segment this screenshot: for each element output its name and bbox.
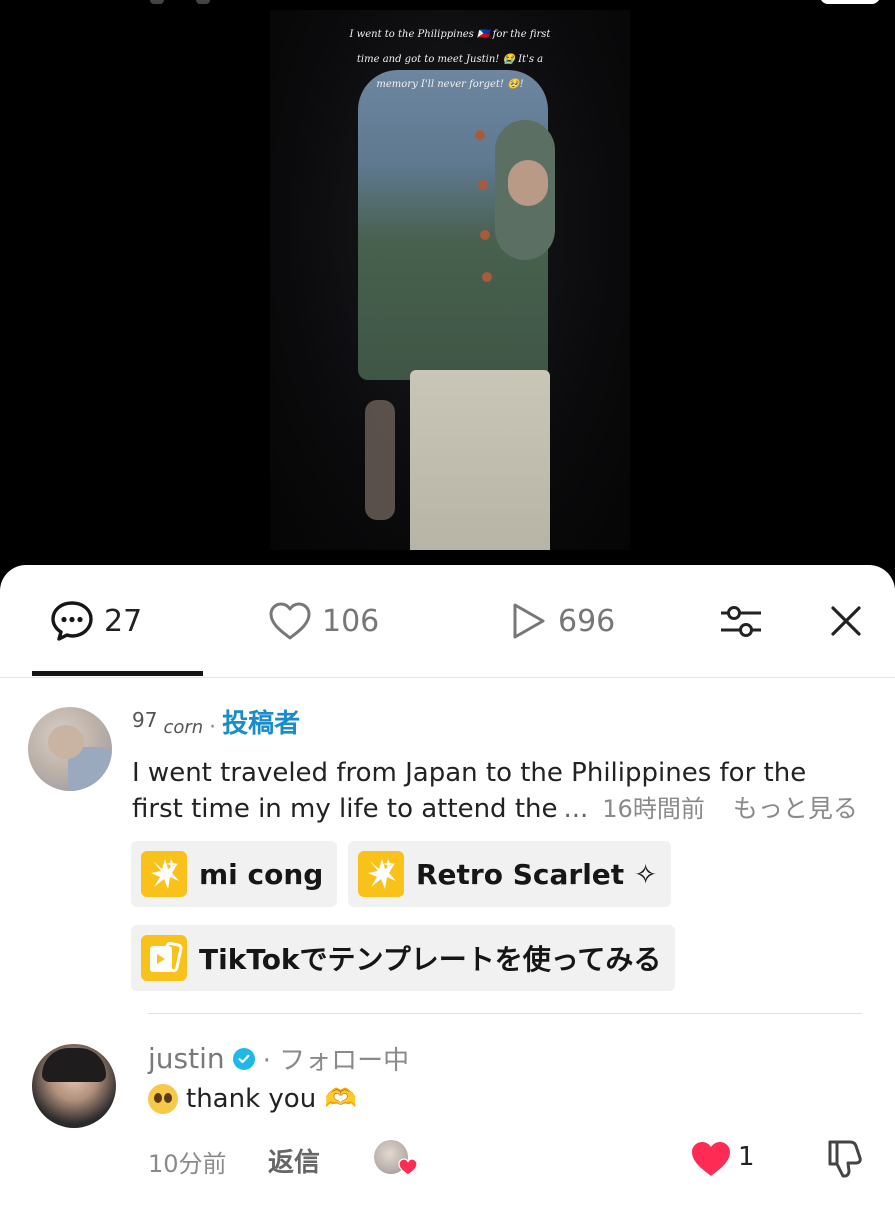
creator-liked-heart-icon [398, 1158, 418, 1180]
avatar-face [48, 725, 84, 759]
sparkle-icon [358, 851, 404, 897]
sweater-button [478, 180, 488, 190]
tab-likes[interactable]: 106 [268, 601, 379, 641]
comment-line: I went traveled from Japan to the Philip… [132, 758, 807, 788]
comment-bubble-icon [50, 600, 94, 642]
separator: · [209, 715, 217, 740]
play-outline-icon [508, 601, 548, 641]
sweater-button [480, 230, 490, 240]
comment-line: first time in my life to attend the [132, 794, 558, 824]
filter-button[interactable] [718, 601, 764, 641]
see-more-link[interactable]: もっと見る [733, 791, 858, 827]
verified-icon [232, 1047, 255, 1070]
comments-sheet: 27 106 696 97 corn · 投稿者 I went traveled… [0, 565, 895, 1205]
comment-body: thank you 🫶 [186, 1084, 357, 1114]
like-button[interactable] [690, 1140, 732, 1182]
caption-line: time and got to meet Justin! 😭 It's a [356, 54, 544, 65]
comment-author[interactable]: corn [163, 717, 203, 738]
ellipsis: ... [563, 794, 589, 824]
top-bar-icon[interactable] [196, 0, 210, 4]
video-caption: I went to the Philippines 🇵🇭 for the fir… [270, 22, 630, 97]
use-template-chip[interactable]: TikTokでテンプレートを使ってみる [131, 925, 676, 991]
chip-label: Retro Scarlet ✧ [416, 857, 658, 891]
template-icon [141, 935, 187, 981]
dislike-button[interactable] [824, 1138, 864, 1184]
caption-line: I went to the Philippines 🇵🇭 for the fir… [349, 29, 551, 40]
views-count: 696 [558, 603, 616, 639]
following-status: · フォロー中 [262, 1046, 410, 1076]
tab-views[interactable]: 696 [508, 601, 615, 641]
comment-text[interactable]: thank you 🫶 [148, 1084, 357, 1114]
creator-badge: 投稿者 [222, 709, 301, 739]
comment-author[interactable]: 97 [132, 708, 157, 732]
sliders-icon [718, 601, 764, 641]
sweater-button [482, 272, 492, 282]
video-frame[interactable]: I went to the Philippines 🇵🇭 for the fir… [270, 10, 630, 550]
tab-comments[interactable]: 27 [50, 601, 142, 641]
chip-label: TikTokでテンプレートを使ってみる [199, 943, 662, 976]
performer-hand [508, 160, 548, 206]
like-count: 1 [738, 1142, 755, 1172]
template-chip[interactable]: Retro Scarlet ✧ [348, 841, 672, 907]
sweater-button [475, 130, 485, 140]
close-button[interactable] [828, 601, 864, 641]
avatar[interactable] [28, 707, 112, 791]
heart-outline-icon [268, 601, 312, 641]
divider [148, 1013, 862, 1014]
comments-count: 27 [104, 603, 143, 639]
template-chip[interactable]: mi cong [131, 841, 338, 907]
video-area[interactable]: I went to the Philippines 🇵🇭 for the fir… [0, 0, 895, 580]
chip-label: mi cong [199, 857, 324, 891]
top-bar-icon[interactable] [150, 0, 164, 4]
close-icon [828, 603, 864, 639]
pleading-face-emoji [148, 1084, 178, 1114]
active-tab-indicator [32, 671, 203, 676]
comment-actions: 10分前 返信 1 [148, 1140, 868, 1184]
comment-time: 10分前 [148, 1150, 227, 1178]
caption-line: memory I'll never forget! 🥺! [376, 79, 524, 90]
likes-count: 106 [322, 603, 380, 639]
comment-header: 97 corn · 投稿者 [132, 703, 300, 740]
performer-pants [410, 370, 550, 550]
comment-line-2: first time in my life to attend the ... … [132, 791, 872, 827]
reply-button[interactable]: 返信 [268, 1142, 320, 1179]
comment-text[interactable]: I went traveled from Japan to the Philip… [132, 755, 872, 827]
sparkle-icon [141, 851, 187, 897]
comment-author[interactable]: justin [148, 1042, 225, 1075]
avatar[interactable] [32, 1044, 116, 1128]
comment-time: 16時間前 [602, 795, 705, 823]
top-bar-pill[interactable] [820, 0, 880, 4]
stats-tab-bar: 27 106 696 [0, 565, 895, 678]
avatar-hair [42, 1048, 106, 1082]
comment-header: justin · フォロー中 [148, 1040, 409, 1077]
background-person [365, 400, 395, 520]
